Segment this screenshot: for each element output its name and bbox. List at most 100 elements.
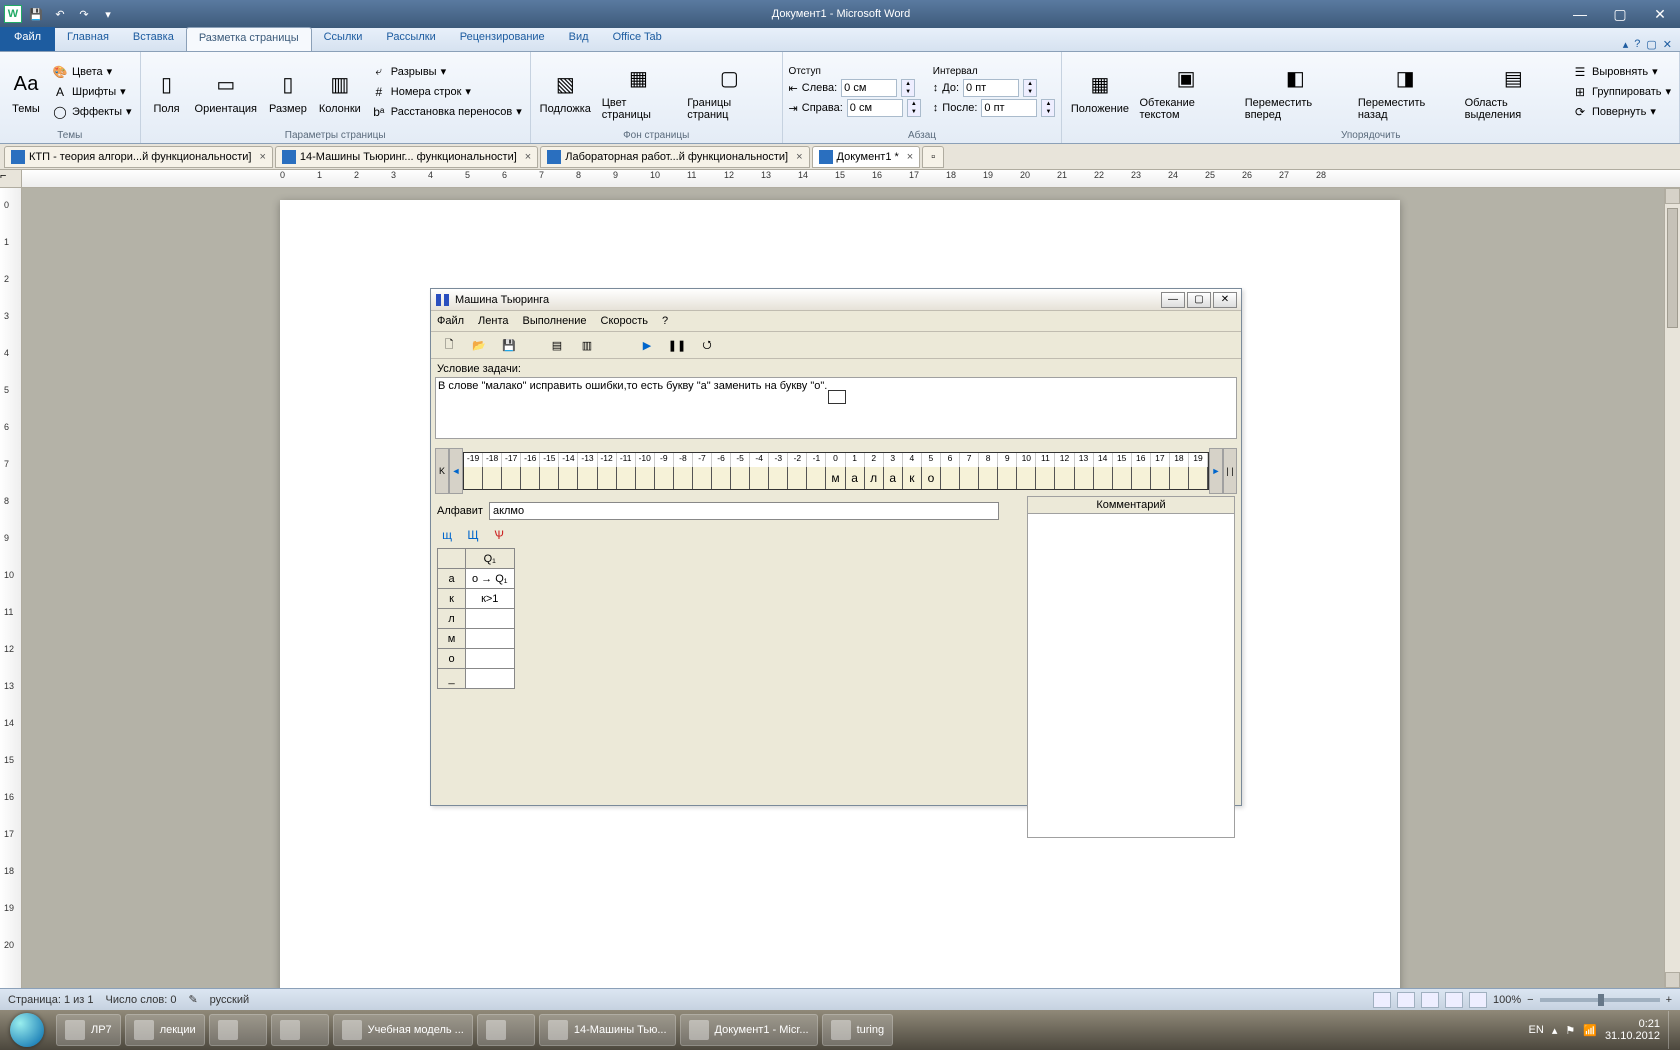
bring-forward-button[interactable]: ◧Переместить вперед	[1241, 61, 1350, 123]
doc-tab-2[interactable]: Лабораторная работ...й функциональности]…	[540, 146, 809, 168]
tape-cell[interactable]	[712, 467, 731, 489]
tab-references[interactable]: Ссылки	[312, 27, 375, 51]
add-state-right-icon[interactable]: Щ	[463, 526, 483, 544]
taskbar-item[interactable]: Документ1 - Micr...	[680, 1014, 818, 1046]
space-before-stepper[interactable]: ▲▼	[1023, 79, 1037, 97]
selection-pane-button[interactable]: ▤Область выделения	[1461, 61, 1566, 123]
tape-cell[interactable]	[674, 467, 693, 489]
indent-right-stepper[interactable]: ▲▼	[907, 99, 921, 117]
tape-cell[interactable]	[559, 467, 578, 489]
close-icon[interactable]: ×	[907, 151, 913, 163]
orientation-button[interactable]: ▭Ориентация	[191, 67, 261, 117]
taskbar-item[interactable]	[209, 1014, 267, 1046]
tray-language[interactable]: EN	[1529, 1024, 1544, 1036]
save-icon[interactable]: 💾	[26, 4, 46, 24]
close-doc-icon[interactable]: ✕	[1663, 38, 1672, 51]
tape-cell[interactable]	[1132, 467, 1151, 489]
position-button[interactable]: ▦Положение	[1068, 67, 1131, 117]
tape-step-left-button[interactable]: ◄	[449, 448, 463, 494]
tape-cell[interactable]	[1189, 467, 1208, 489]
align-button[interactable]: ☰Выровнять▾	[1570, 63, 1673, 81]
alphabet-input[interactable]	[489, 502, 999, 520]
tape-cell[interactable]	[731, 467, 750, 489]
tape-cell[interactable]	[998, 467, 1017, 489]
new-tab-button[interactable]: ▫	[922, 146, 944, 168]
tape-cell[interactable]	[807, 467, 826, 489]
close-icon[interactable]: ×	[259, 151, 265, 163]
taskbar-item[interactable]: turing	[822, 1014, 894, 1046]
horizontal-ruler[interactable]: 0123456789101112131415161718192021222324…	[22, 170, 1680, 187]
doc-tab-1[interactable]: 14-Машины Тьюринг... функциональности]×	[275, 146, 538, 168]
indent-right-input[interactable]	[847, 99, 903, 117]
vertical-ruler[interactable]: 01234567891011121314151617181920	[0, 188, 22, 988]
condition-textarea[interactable]: В слове "малако" исправить ошибки,то ест…	[435, 377, 1237, 439]
tape-cell[interactable]	[636, 467, 655, 489]
themes-button[interactable]: Аа Темы	[6, 67, 46, 117]
page-borders-button[interactable]: ▢Границы страниц	[683, 61, 775, 123]
tray-flag-icon[interactable]: ⚑	[1565, 1024, 1575, 1037]
close-icon[interactable]: ×	[796, 151, 802, 163]
tape-cell[interactable]	[1036, 467, 1055, 489]
tab-home[interactable]: Главная	[55, 27, 121, 51]
open-file-icon[interactable]: 📂	[469, 335, 489, 355]
theme-effects-button[interactable]: ◯Эффекты▾	[50, 103, 134, 121]
taskbar-item[interactable]: ЛР7	[56, 1014, 121, 1046]
tape-cell[interactable]	[540, 467, 559, 489]
wrap-text-button[interactable]: ▣Обтекание текстом	[1135, 61, 1236, 123]
tape-cell[interactable]	[979, 467, 998, 489]
tape-cell[interactable]	[502, 467, 521, 489]
view-fullscreen-icon[interactable]	[1397, 992, 1415, 1008]
tape-cell[interactable]	[960, 467, 979, 489]
tape-cell[interactable]: а	[846, 467, 865, 489]
show-desktop-button[interactable]	[1668, 1011, 1676, 1049]
turing-close-button[interactable]: ✕	[1213, 292, 1237, 308]
zoom-level[interactable]: 100%	[1493, 994, 1521, 1006]
turing-menu-speed[interactable]: Скорость	[601, 315, 649, 327]
action-cell[interactable]	[466, 649, 515, 669]
maximize-button[interactable]: ▢	[1600, 4, 1640, 24]
zoom-slider[interactable]	[1540, 998, 1660, 1002]
taskbar-item[interactable]: 14-Машины Тью...	[539, 1014, 676, 1046]
action-cell[interactable]	[466, 609, 515, 629]
tape-cell[interactable]	[788, 467, 807, 489]
hyphenation-button[interactable]: bᵃРасстановка переносов▾	[369, 103, 524, 121]
theme-fonts-button[interactable]: AШрифты▾	[50, 83, 134, 101]
action-cell[interactable]: к>1	[466, 589, 515, 609]
space-after-input[interactable]	[981, 99, 1037, 117]
tape-cell[interactable]	[1055, 467, 1074, 489]
redo-icon[interactable]: ↷	[74, 4, 94, 24]
tape-right-icon[interactable]: ▥	[577, 335, 597, 355]
taskbar-item[interactable]	[477, 1014, 535, 1046]
new-file-icon[interactable]: 🗋	[439, 335, 459, 355]
tape-cell[interactable]	[598, 467, 617, 489]
tape-cell[interactable]: о	[922, 467, 941, 489]
run-icon[interactable]: ▶	[637, 335, 657, 355]
tape-left-icon[interactable]: ▤	[547, 335, 567, 355]
scroll-thumb[interactable]	[1667, 208, 1678, 328]
tape-cell[interactable]	[941, 467, 960, 489]
tray-clock[interactable]: 0:21 31.10.2012	[1605, 1018, 1660, 1042]
view-web-icon[interactable]	[1421, 992, 1439, 1008]
doc-tab-0[interactable]: КТП - теория алгори...й функциональности…	[4, 146, 273, 168]
rotate-button[interactable]: ⟳Повернуть▾	[1570, 103, 1673, 121]
turing-menu-run[interactable]: Выполнение	[523, 315, 587, 327]
indent-left-input[interactable]	[841, 79, 897, 97]
zoom-handle[interactable]	[1598, 994, 1604, 1006]
page-color-button[interactable]: ▦Цвет страницы	[598, 61, 679, 123]
add-state-left-icon[interactable]: щ	[437, 526, 457, 544]
doc-tab-3[interactable]: Документ1 *×	[812, 146, 921, 168]
margins-button[interactable]: ▯Поля	[147, 67, 187, 117]
tape-end-button[interactable]: | |	[1223, 448, 1237, 494]
line-numbers-button[interactable]: #Номера строк▾	[369, 83, 524, 101]
spellcheck-icon[interactable]: ✎	[188, 993, 197, 1006]
tape-step-right-button[interactable]: ►	[1209, 448, 1223, 494]
ribbon-minimize-icon[interactable]: ▴	[1623, 38, 1629, 51]
tape-home-button[interactable]: K	[435, 448, 449, 494]
step-icon[interactable]: ⭯	[697, 335, 717, 355]
scroll-up-icon[interactable]	[1665, 188, 1680, 204]
tape-cell[interactable]	[1075, 467, 1094, 489]
file-tab[interactable]: Файл	[0, 27, 55, 51]
tab-view[interactable]: Вид	[557, 27, 601, 51]
breaks-button[interactable]: ⤶Разрывы▾	[369, 63, 524, 81]
indent-left-stepper[interactable]: ▲▼	[901, 79, 915, 97]
